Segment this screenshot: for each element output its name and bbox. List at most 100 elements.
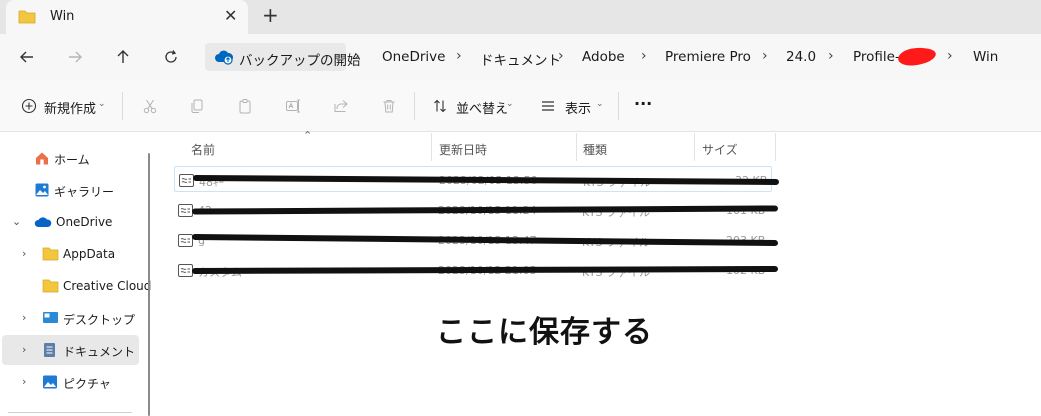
sidebar-item-label: Creative Cloud [63, 279, 152, 293]
chevron-right-icon[interactable]: › [22, 375, 26, 388]
breadcrumb-onedrive[interactable]: OneDrive [382, 49, 445, 65]
documents-icon [42, 342, 57, 362]
column-header-size[interactable]: サイズ [702, 141, 738, 158]
chevron-right-icon: › [354, 48, 360, 64]
cut-icon[interactable] [140, 96, 160, 116]
cloud-upload-icon [214, 49, 234, 69]
sidebar-item-creative-cloud[interactable]: Creative Cloud [2, 271, 151, 301]
chevron-right-icon[interactable]: › [22, 311, 26, 324]
view-button[interactable]: 表示 [565, 98, 591, 117]
plus-circle-icon[interactable] [19, 96, 39, 116]
file-icon [178, 202, 193, 221]
sidebar-item-documents[interactable]: › ドキュメント [2, 335, 139, 365]
breadcrumb-profile[interactable]: Profile- [853, 49, 900, 65]
column-divider[interactable] [576, 133, 577, 161]
sidebar-item-desktop[interactable]: › デスクトップ [2, 303, 139, 333]
copy-icon[interactable] [187, 96, 207, 116]
chevron-right-icon[interactable]: › [558, 48, 564, 64]
annotation-note: ここに保存する [436, 315, 653, 350]
divider [122, 92, 123, 120]
breadcrumb-win[interactable]: Win [973, 49, 998, 65]
redaction-scribble [191, 265, 779, 275]
navigation-pane: ホーム ギャラリー ⌄ OneDrive › AppData Creative … [0, 133, 160, 416]
column-header-type[interactable]: 種類 [583, 141, 607, 158]
table-row[interactable]: 42 2023/10/15 11:24 KYS ファイル 101 KB [174, 197, 779, 223]
sidebar-item-home[interactable]: ホーム [2, 143, 139, 173]
chevron-right-icon[interactable]: › [456, 48, 462, 64]
close-icon[interactable]: ✕ [224, 8, 237, 24]
file-icon [178, 232, 193, 251]
sidebar-item-label: ホーム [54, 153, 90, 167]
address-bar[interactable]: バックアップの開始 › OneDrive › ドキュメント › Adobe › … [201, 40, 1041, 74]
paste-icon[interactable] [235, 96, 255, 116]
column-divider[interactable] [694, 133, 695, 161]
chevron-down-icon[interactable]: ⌄ [98, 99, 106, 109]
breadcrumb-premiere-pro[interactable]: Premiere Pro [665, 49, 751, 65]
chevron-right-icon[interactable]: › [22, 247, 26, 260]
pictures-icon [42, 374, 58, 394]
chevron-right-icon[interactable]: › [22, 343, 26, 356]
redaction-mark [897, 46, 937, 67]
table-row[interactable]: カスタム 2023/10/12 21:03 KYS ファイル 102 KB [174, 257, 779, 283]
view-list-icon[interactable] [538, 96, 558, 116]
share-icon[interactable] [331, 96, 351, 116]
more-options-button[interactable]: ··· [634, 94, 652, 113]
up-arrow-icon[interactable] [112, 46, 134, 68]
sidebar-item-gallery[interactable]: ギャラリー [2, 175, 139, 205]
tab-title: Win [50, 9, 75, 24]
folder-icon [42, 278, 59, 297]
sort-icon[interactable] [430, 96, 450, 116]
sidebar-item-label: ドキュメント [63, 345, 136, 359]
backup-button[interactable]: バックアップの開始 [205, 43, 361, 71]
column-header-modified[interactable]: 更新日時 [439, 141, 487, 158]
breadcrumb-version[interactable]: 24.0 [786, 49, 816, 65]
tab-strip: Win ✕ + [0, 0, 1041, 34]
cloud-icon [34, 214, 52, 234]
divider [618, 92, 619, 120]
navigation-bar: バックアップの開始 › OneDrive › ドキュメント › Adobe › … [0, 34, 1041, 80]
sort-ascending-icon: ⌃ [303, 129, 313, 142]
sort-button[interactable]: 並べ替え [456, 98, 508, 117]
chevron-right-icon[interactable]: › [828, 48, 834, 64]
column-header-name[interactable]: 名前 [191, 141, 215, 158]
back-arrow-icon[interactable] [16, 46, 38, 68]
new-button[interactable]: 新規作成 [44, 98, 96, 117]
divider [414, 92, 415, 120]
sidebar-item-label: OneDrive [56, 215, 113, 229]
chevron-right-icon[interactable]: › [762, 48, 768, 64]
sidebar-item-onedrive[interactable]: ⌄ OneDrive [2, 207, 139, 237]
sidebar-item-label: AppData [63, 247, 116, 261]
file-icon [179, 172, 194, 191]
file-icon [178, 262, 193, 281]
gallery-icon [34, 182, 50, 202]
file-list: ⌃ 名前 更新日時 種類 サイズ 48ｷｰ 2023/02/05 13:50 K… [160, 129, 1041, 416]
sidebar-item-appdata[interactable]: › AppData [2, 239, 139, 269]
table-row[interactable]: 48ｷｰ 2023/02/05 13:50 KYS ファイル 32 KB [174, 166, 780, 192]
chevron-right-icon[interactable]: › [947, 48, 953, 64]
folder-icon [42, 246, 59, 265]
tab-win[interactable]: Win ✕ [6, 0, 248, 34]
refresh-icon[interactable] [160, 46, 182, 68]
column-divider[interactable] [775, 133, 776, 161]
delete-icon[interactable] [379, 96, 399, 116]
column-divider[interactable] [431, 133, 432, 161]
divider [8, 412, 132, 413]
chevron-down-icon[interactable]: ⌄ [506, 99, 514, 109]
sidebar-item-label: デスクトップ [63, 313, 136, 327]
command-bar: 新規作成 ⌄ 並べ替え ⌄ 表示 ⌄ ··· [0, 80, 1041, 132]
scrollbar[interactable] [148, 153, 150, 416]
sidebar-item-label: ギャラリー [54, 185, 115, 199]
breadcrumb-adobe[interactable]: Adobe [582, 49, 625, 65]
forward-arrow-icon[interactable] [64, 46, 86, 68]
backup-label: バックアップの開始 [239, 53, 361, 69]
new-tab-button[interactable]: + [262, 5, 279, 25]
chevron-right-icon[interactable]: › [641, 48, 647, 64]
folder-icon [18, 9, 36, 28]
chevron-down-icon[interactable]: ⌄ [12, 215, 21, 228]
desktop-icon [42, 310, 59, 329]
table-row[interactable]: g 2023/10/15 13:47 KYS ファイル 203 KB [174, 227, 779, 253]
sidebar-item-pictures[interactable]: › ピクチャ [2, 367, 139, 397]
breadcrumb-documents[interactable]: ドキュメント [480, 49, 561, 69]
chevron-down-icon[interactable]: ⌄ [596, 99, 604, 109]
rename-icon[interactable] [283, 96, 303, 116]
